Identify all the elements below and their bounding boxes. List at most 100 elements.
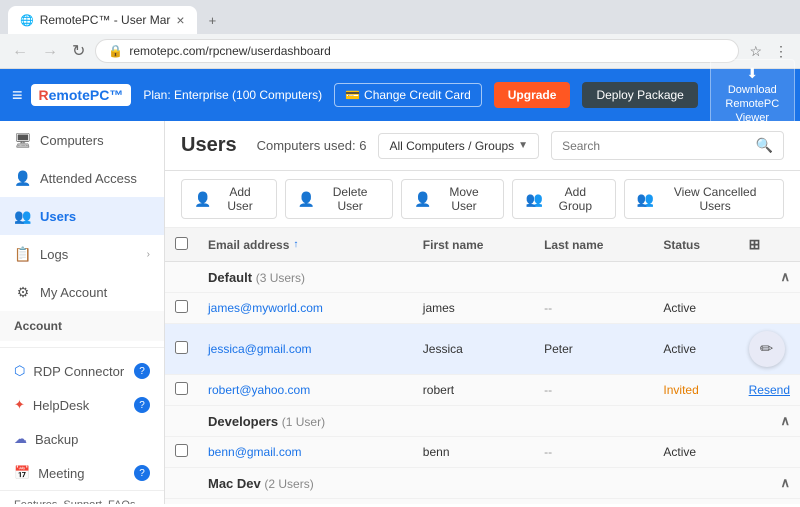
meeting-help-icon[interactable]: ? <box>134 465 150 481</box>
logs-icon: 📋 <box>14 245 32 263</box>
menu-btn[interactable]: ⋮ <box>770 41 792 62</box>
header-checkbox-col <box>165 228 198 262</box>
table-header-row: Email address ↑ First name Last name Sta… <box>165 228 800 262</box>
backup-icon: ☁ <box>14 431 27 447</box>
upgrade-btn[interactable]: Upgrade <box>494 82 571 108</box>
sidebar-footer: Features Support FAQs © iDrive Inc. <box>0 490 164 504</box>
meeting-icon: 📅 <box>14 465 30 481</box>
download-btn[interactable]: ⬇ DownloadRemotePC Viewer <box>710 59 795 130</box>
browser-chrome: 🌐 RemotePC™ - User Mar × + ← → ↻ 🔒 remot… <box>0 0 800 69</box>
action-bar: 👤 Add User 👤 Delete User 👤 Move User 👥 A… <box>165 171 800 228</box>
view-cancelled-icon: 👥 <box>637 191 654 208</box>
status-badge: Active <box>653 324 738 375</box>
row-checkbox[interactable] <box>175 341 188 354</box>
content-header: Users Computers used: 6 All Computers / … <box>165 121 800 171</box>
hamburger-btn[interactable]: ≡ <box>12 85 23 106</box>
sidebar-item-attended-access[interactable]: 👤 Attended Access <box>0 159 164 197</box>
sidebar-item-rdp-connector[interactable]: ⬡ RDP Connector ? <box>0 354 164 388</box>
delete-user-icon: 👤 <box>298 191 315 208</box>
header-lastname: Last name <box>534 228 653 262</box>
view-cancelled-btn[interactable]: 👥 View Cancelled Users <box>624 179 784 219</box>
tab-close-btn[interactable]: × <box>176 12 184 28</box>
browser-tab[interactable]: 🌐 RemotePC™ - User Mar × <box>8 6 197 34</box>
plan-info: Plan: Enterprise (100 Computers) <box>143 88 322 102</box>
add-group-btn[interactable]: 👥 Add Group <box>512 179 615 219</box>
email-link[interactable]: james@myworld.com <box>208 301 323 315</box>
row-checkbox[interactable] <box>175 300 188 313</box>
email-link[interactable]: benn@gmail.com <box>208 445 302 459</box>
add-group-icon: 👥 <box>525 191 542 208</box>
sidebar-item-backup[interactable]: ☁ Backup <box>0 422 164 456</box>
faqs-link[interactable]: FAQs <box>108 499 136 504</box>
status-badge: Invited <box>653 375 738 406</box>
sidebar-item-helpdesk[interactable]: ✦ HelpDesk ? <box>0 388 164 422</box>
change-cc-btn[interactable]: 💳 Change Credit Card <box>334 83 482 107</box>
features-link[interactable]: Features <box>14 499 57 504</box>
credit-card-icon: 💳 <box>345 88 360 102</box>
new-tab-btn[interactable]: + <box>201 7 225 34</box>
sidebar-item-computers[interactable]: 🖥 Computers <box>0 121 164 159</box>
deploy-btn[interactable]: Deploy Package <box>582 82 697 108</box>
row-checkbox[interactable] <box>175 444 188 457</box>
top-nav: ≡ RemotePC™ Plan: Enterprise (100 Comput… <box>0 69 800 121</box>
url-box[interactable]: 🔒 remotepc.com/rpcnew/userdashboard <box>95 39 739 63</box>
group-selector[interactable]: All Computers / Groups ▼ <box>378 133 539 159</box>
email-link[interactable]: robert@yahoo.com <box>208 383 310 397</box>
bookmark-btn[interactable]: ☆ <box>745 41 766 62</box>
helpdesk-icon: ✦ <box>14 397 25 413</box>
sidebar-item-meeting[interactable]: 📅 Meeting ? <box>0 456 164 490</box>
reload-btn[interactable]: ↻ <box>68 39 89 63</box>
logo-area: ≡ RemotePC™ <box>12 84 131 106</box>
rdp-icon: ⬡ <box>14 363 25 379</box>
select-all-checkbox[interactable] <box>175 237 188 250</box>
table-row: benn@gmail.com benn -- Active <box>165 437 800 468</box>
attended-access-icon: 👤 <box>14 169 32 187</box>
logo: RemotePC™ <box>31 84 132 106</box>
download-area: ⬇ DownloadRemotePC Viewer M <box>710 59 800 130</box>
sort-icon: ↑ <box>293 239 298 250</box>
app: ≡ RemotePC™ Plan: Enterprise (100 Comput… <box>0 69 800 504</box>
group-selector-chevron-icon: ▼ <box>518 140 528 151</box>
collapse-default-btn[interactable]: ∧ <box>780 269 790 285</box>
edit-icon: ✏ <box>760 339 773 359</box>
sidebar-item-my-account[interactable]: ⚙ My Account <box>0 273 164 311</box>
move-user-icon: 👤 <box>414 191 431 208</box>
rdp-help-icon[interactable]: ? <box>134 363 150 379</box>
address-bar: ← → ↻ 🔒 remotepc.com/rpcnew/userdashboar… <box>0 34 800 68</box>
main-layout: 🖥 Computers 👤 Attended Access 👥 Users 📋 … <box>0 121 800 504</box>
table-row: robert@yahoo.com robert -- Invited Resen… <box>165 375 800 406</box>
search-icon[interactable]: 🔍 <box>756 137 773 154</box>
collapse-macdev-btn[interactable]: ∧ <box>780 475 790 491</box>
row-checkbox[interactable] <box>175 382 188 395</box>
tab-title: RemotePC™ - User Mar <box>40 13 171 27</box>
sidebar-item-users[interactable]: 👥 Users <box>0 197 164 235</box>
header-status: Status <box>653 228 738 262</box>
status-badge: Active <box>653 293 738 324</box>
edit-btn[interactable]: ✏ <box>749 331 785 367</box>
table-row: james@myworld.com james -- Active <box>165 293 800 324</box>
content-area: Users Computers used: 6 All Computers / … <box>165 121 800 504</box>
search-input[interactable] <box>562 139 749 153</box>
forward-btn[interactable]: → <box>38 40 62 62</box>
support-link[interactable]: Support <box>63 499 102 504</box>
table-body: Default (3 Users) ∧ james@myworld.com ja… <box>165 262 800 505</box>
sidebar-item-logs[interactable]: 📋 Logs › <box>0 235 164 273</box>
computers-used: Computers used: 6 <box>257 138 367 153</box>
footer-links: Features Support FAQs <box>14 499 150 504</box>
add-user-btn[interactable]: 👤 Add User <box>181 179 277 219</box>
delete-user-btn[interactable]: 👤 Delete User <box>285 179 393 219</box>
email-link[interactable]: jessica@gmail.com <box>208 342 312 356</box>
table-row: adam@gmail.com.com adam -- Invited Resen… <box>165 499 800 505</box>
helpdesk-help-icon[interactable]: ? <box>134 397 150 413</box>
move-user-btn[interactable]: 👤 Move User <box>401 179 504 219</box>
resend-link[interactable]: Resend <box>749 383 790 397</box>
status-badge: Invited <box>653 499 738 505</box>
page-title: Users <box>181 134 237 157</box>
sidebar-divider-1 <box>0 347 164 348</box>
back-btn[interactable]: ← <box>8 40 32 62</box>
table-row: Mac Dev (2 Users) ∧ <box>165 468 800 499</box>
add-user-icon: 👤 <box>194 191 211 208</box>
header-email[interactable]: Email address ↑ <box>198 228 413 262</box>
collapse-developers-btn[interactable]: ∧ <box>780 413 790 429</box>
users-icon: 👥 <box>14 207 32 225</box>
